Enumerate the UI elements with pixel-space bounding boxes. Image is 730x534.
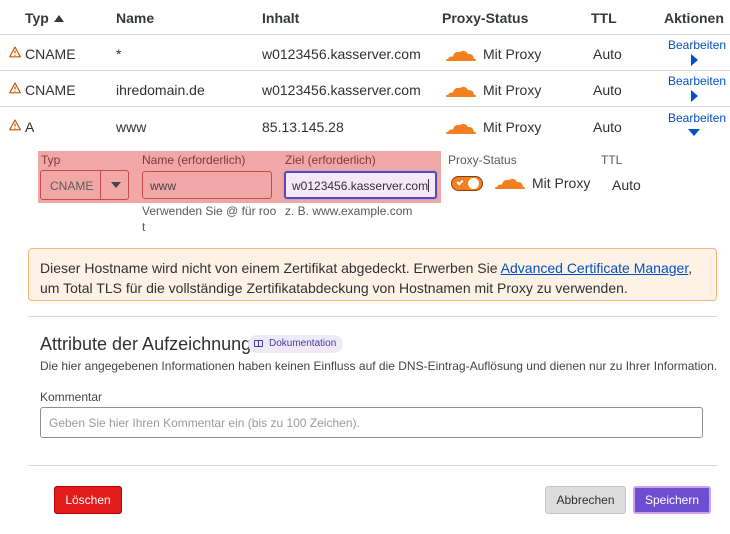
divider [28, 465, 717, 466]
target-label: Ziel (erforderlich) [285, 153, 376, 167]
name-input[interactable]: www [142, 171, 272, 199]
orange-cloud-icon [446, 86, 476, 97]
proxy-status-value: Mit Proxy [532, 175, 591, 191]
section-description: Die hier angegebenen Informationen haben… [40, 359, 718, 373]
record-name: ihredomain.de [116, 82, 205, 98]
record-proxy-status: Mit Proxy [483, 119, 542, 135]
record-content: w0123456.kasserver.com [262, 82, 421, 98]
proxy-toggle[interactable] [451, 176, 483, 191]
edit-link[interactable]: Bearbeiten [668, 111, 726, 125]
record-type: CNAME [25, 46, 76, 62]
chevron-down-icon [111, 182, 121, 188]
column-header-content[interactable]: Inhalt [262, 10, 299, 26]
ttl-label: TTL [601, 153, 623, 167]
certificate-warning-notice: Dieser Hostname wird nicht von einem Zer… [28, 248, 717, 301]
table-row: CNAME * w0123456.kasserver.com Mit Proxy… [0, 35, 730, 71]
sort-ascending-icon [53, 15, 64, 22]
warning-icon [9, 82, 21, 94]
column-header-type[interactable]: Typ [25, 10, 64, 26]
comment-label: Kommentar [40, 390, 103, 404]
documentation-label: Dokumentation [269, 338, 337, 349]
name-hint-line-2: t [142, 220, 146, 234]
record-name: * [116, 46, 122, 62]
name-label: Name (erforderlich) [142, 153, 246, 167]
divider [0, 106, 730, 107]
column-header-actions: Aktionen [664, 10, 724, 26]
notice-text-before: Dieser Hostname wird nicht von einem Zer… [40, 260, 501, 276]
record-ttl: Auto [593, 82, 622, 98]
record-ttl: Auto [593, 119, 622, 135]
column-header-proxy-status: Proxy-Status [442, 10, 529, 26]
orange-cloud-icon [495, 178, 525, 189]
type-select[interactable]: CNAME [40, 170, 129, 200]
column-header-name[interactable]: Name [116, 10, 154, 26]
proxy-status-label: Proxy-Status [448, 153, 517, 167]
save-button[interactable]: Speichern [633, 486, 711, 514]
text-cursor [428, 179, 430, 192]
record-proxy-status: Mit Proxy [483, 46, 542, 62]
checkmark-icon [456, 178, 464, 186]
name-hint-line-1: Verwenden Sie @ für roo [142, 204, 277, 218]
caret-right-icon[interactable] [691, 90, 698, 102]
type-select-value: CNAME [50, 179, 94, 193]
edit-link[interactable]: Bearbeiten [668, 38, 726, 52]
caret-down-icon[interactable] [688, 129, 700, 136]
record-proxy-status: Mit Proxy [483, 82, 542, 98]
target-hint: z. B. www.example.com [285, 204, 413, 218]
edit-link[interactable]: Bearbeiten [668, 74, 726, 88]
target-input[interactable]: w0123456.kasserver.com [284, 171, 437, 199]
ttl-value: Auto [612, 177, 641, 193]
warning-icon [9, 119, 21, 131]
record-ttl: Auto [593, 46, 622, 62]
name-hint: Verwenden Sie @ für roo t [142, 203, 277, 235]
record-content: w0123456.kasserver.com [262, 46, 421, 62]
divider [28, 316, 717, 317]
table-row: A www 85.13.145.28 Mit Proxy Auto Bearbe… [0, 108, 730, 144]
notice-text: Dieser Hostname wird nicht von einem Zer… [40, 258, 710, 298]
book-icon [254, 340, 263, 347]
toggle-knob [468, 178, 479, 189]
delete-button[interactable]: Löschen [54, 486, 122, 514]
record-type: A [25, 119, 35, 135]
record-content: 85.13.145.28 [262, 119, 344, 135]
section-title: Attribute der Aufzeichnung [40, 334, 252, 354]
column-header-ttl[interactable]: TTL [591, 10, 617, 26]
warning-icon [9, 46, 21, 58]
orange-cloud-icon [446, 123, 476, 134]
target-input-value: w0123456.kasserver.com [292, 179, 429, 193]
type-label: Typ [41, 153, 61, 167]
record-name: www [116, 119, 147, 135]
table-row: CNAME ihredomain.de w0123456.kasserver.c… [0, 71, 730, 107]
advanced-certificate-manager-link[interactable]: Advanced Certificate Manager [501, 260, 689, 276]
documentation-link[interactable]: Dokumentation [248, 335, 344, 353]
select-divider [100, 171, 101, 199]
comment-input[interactable] [40, 407, 703, 438]
orange-cloud-icon [446, 50, 476, 61]
caret-right-icon[interactable] [691, 54, 698, 66]
record-type: CNAME [25, 82, 76, 98]
cancel-button[interactable]: Abbrechen [545, 486, 626, 514]
